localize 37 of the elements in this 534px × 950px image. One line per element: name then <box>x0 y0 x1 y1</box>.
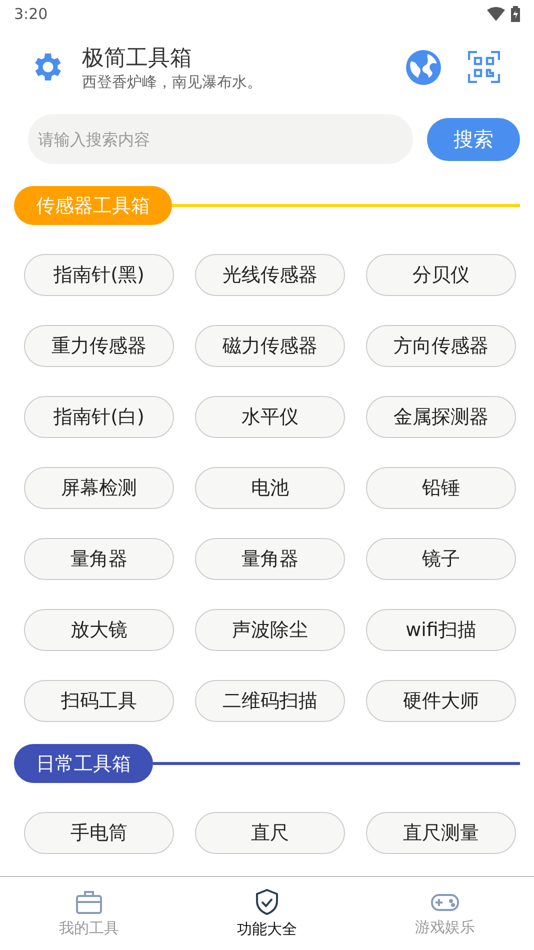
tool-button[interactable]: 水平仪 <box>195 396 345 438</box>
nav-tab[interactable]: 功能大全 <box>178 877 356 950</box>
section-title: 传感器工具箱 <box>14 186 172 225</box>
tool-button[interactable]: 方向传感器 <box>366 325 516 367</box>
tool-button[interactable]: 铅锤 <box>366 467 516 509</box>
tool-button[interactable]: wifi扫描 <box>366 609 516 651</box>
tool-button[interactable]: 声波除尘 <box>195 609 345 651</box>
toolbox-icon <box>75 889 103 915</box>
status-time: 3:20 <box>14 5 48 23</box>
tool-button[interactable]: 直尺 <box>195 812 345 854</box>
tool-button[interactable]: 屏幕检测 <box>24 467 174 509</box>
globe-icon[interactable] <box>405 48 442 86</box>
qr-scan-icon[interactable] <box>468 51 500 83</box>
tool-button[interactable]: 光线传感器 <box>195 254 345 296</box>
tool-button[interactable]: 直尺测量 <box>366 812 516 854</box>
app-title: 极简工具箱 <box>82 44 193 72</box>
app-subtitle: 西登香炉峰，南见瀑布水。 <box>82 72 263 92</box>
tool-button[interactable]: 手电筒 <box>24 812 174 854</box>
tool-button[interactable]: 硬件大师 <box>366 680 516 722</box>
battery-icon <box>511 6 520 22</box>
search-field[interactable]: 请输入搜索内容 <box>28 114 413 164</box>
tool-button[interactable]: 镜子 <box>366 538 516 580</box>
tool-button[interactable]: 分贝仪 <box>366 254 516 296</box>
tool-button[interactable]: 电池 <box>195 467 345 509</box>
tool-button[interactable]: 扫码工具 <box>24 680 174 722</box>
tool-button[interactable]: 放大镜 <box>24 609 174 651</box>
tool-button[interactable]: 二维码扫描 <box>195 680 345 722</box>
tool-button[interactable]: 金属探测器 <box>366 396 516 438</box>
section-title: 日常工具箱 <box>14 744 153 783</box>
tool-button[interactable]: 量角器 <box>24 538 174 580</box>
wifi-icon <box>487 7 505 21</box>
tool-button[interactable]: 量角器 <box>195 538 345 580</box>
tool-button[interactable]: 指南针(白) <box>24 396 174 438</box>
tool-button[interactable]: 指南针(黑) <box>24 254 174 296</box>
shield-icon <box>254 888 280 916</box>
tool-button[interactable]: 重力传感器 <box>24 325 174 367</box>
tool-button[interactable]: 磁力传感器 <box>195 325 345 367</box>
